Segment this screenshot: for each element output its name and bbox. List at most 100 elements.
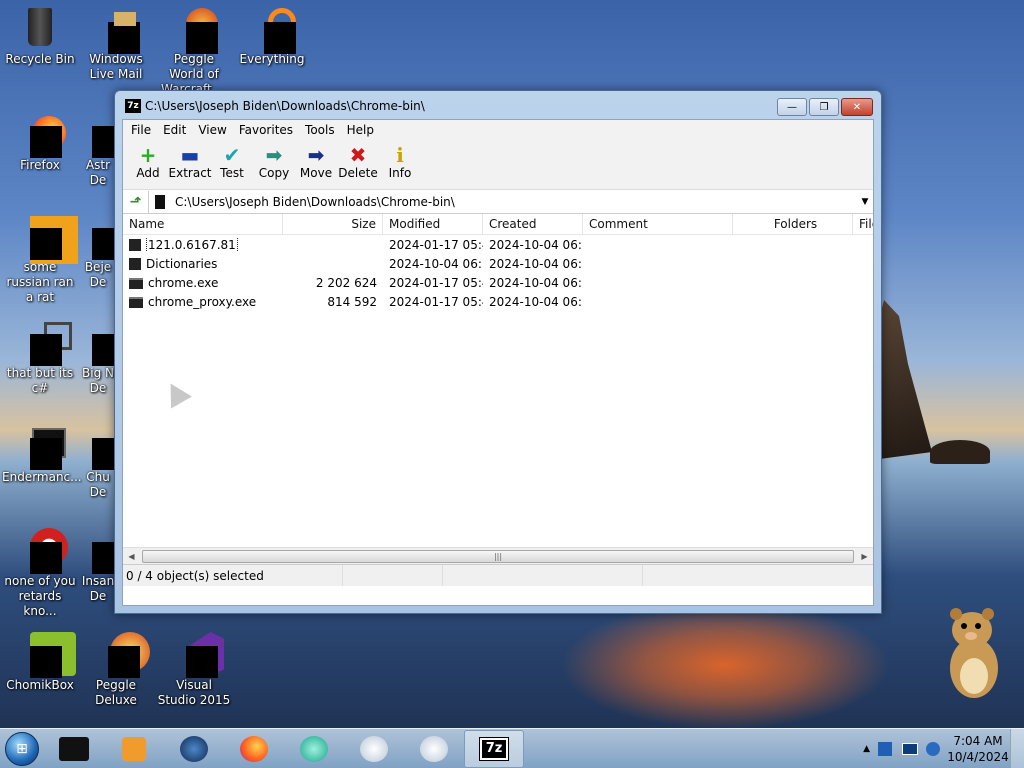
desktop-icon-peggle-wow[interactable]: Peggle World of Warcraft ... — [156, 6, 232, 97]
column-modified[interactable]: Modified — [383, 214, 483, 234]
visual-studio-icon — [172, 632, 224, 678]
column-folders[interactable]: Folders — [733, 214, 853, 234]
window-title: C:\Users\Joseph Biden\Downloads\Chrome-b… — [145, 99, 425, 113]
table-row[interactable]: 121.0.6167.81 2024-01-17 05:48 2024-10-0… — [123, 235, 873, 254]
extract-button[interactable]: ▬ Extract — [169, 140, 212, 180]
window-content: File Edit View Favorites Tools Help + Add… — [122, 119, 874, 606]
menu-favorites[interactable]: Favorites — [233, 123, 299, 137]
check-icon: ✔ — [223, 143, 241, 167]
scrollbar-thumb[interactable]: ||| — [142, 549, 854, 563]
table-row[interactable]: Dictionaries 2024-10-04 06:16 2024-10-04… — [123, 254, 873, 273]
table-row[interactable]: chrome_proxy.exe 814 592 2024-01-17 05:4… — [123, 292, 873, 311]
file-name: Dictionaries — [146, 256, 218, 271]
desktop-icon-that-but-c[interactable]: that but its c# — [2, 320, 78, 396]
taskbar-item-media-player[interactable] — [104, 730, 164, 768]
file-list: Name Size Modified Created Comment Folde… — [123, 214, 873, 564]
desktop-icon-chu[interactable]: Chu De — [78, 424, 118, 500]
move-button[interactable]: ➡ Move — [295, 140, 337, 180]
desktop-icon-recycle-bin[interactable]: Recycle Bin — [2, 6, 78, 67]
desktop-icon-none-of-you[interactable]: none of you retards kno... — [2, 528, 78, 619]
hamster-mascot-icon — [950, 608, 998, 698]
menu-tools[interactable]: Tools — [299, 123, 341, 137]
menu-file[interactable]: File — [125, 123, 157, 137]
desktop-icon-big[interactable]: Big N De — [78, 320, 118, 396]
cell-modified: 2024-01-17 05:48 — [389, 275, 483, 290]
menu-edit[interactable]: Edit — [157, 123, 192, 137]
network-icon[interactable] — [902, 743, 918, 755]
show-desktop-button[interactable] — [1010, 729, 1024, 768]
copy-button[interactable]: ➡ Copy — [253, 140, 295, 180]
test-button[interactable]: ✔ Test — [211, 140, 253, 180]
menu-help[interactable]: Help — [341, 123, 380, 137]
cell-created: 2024-10-04 06:14 — [489, 294, 583, 309]
add-button[interactable]: + Add — [127, 140, 169, 180]
desktop-icon-everything[interactable]: Everything — [234, 6, 310, 67]
desktop-icon-label: Everything — [239, 52, 305, 66]
close-button[interactable]: ✕ — [841, 98, 873, 116]
cell-created: 2024-10-04 06:14 — [489, 275, 583, 290]
taskbar-item-firefox[interactable] — [224, 730, 284, 768]
tray-app-icon[interactable] — [878, 742, 892, 756]
file-name: chrome.exe — [148, 275, 219, 290]
desktop-icon-astr[interactable]: Astr De — [78, 112, 118, 188]
copy-arrow-icon: ➡ — [265, 143, 283, 167]
scroll-right-button[interactable]: ▶ — [856, 552, 873, 561]
desktop-icon-beje[interactable]: Beje De — [78, 214, 118, 290]
desktop-icon-label: Beje De — [84, 260, 112, 289]
tool-label: Copy — [258, 166, 290, 180]
maximize-button[interactable]: ❐ — [809, 98, 839, 116]
address-input[interactable]: C:\Users\Joseph Biden\Downloads\Chrome-b… — [149, 191, 857, 213]
address-dropdown-button[interactable]: ▼ — [857, 197, 873, 207]
desktop-icon-chomikbox[interactable]: ChomikBox — [2, 632, 78, 693]
table-row[interactable]: chrome.exe 2 202 624 2024-01-17 05:48 20… — [123, 273, 873, 292]
column-comment[interactable]: Comment — [583, 214, 733, 234]
tool-label: Add — [136, 166, 160, 180]
taskbar-item-blank-2[interactable] — [404, 730, 464, 768]
taskbar-item-7zip[interactable]: 7z — [464, 729, 524, 768]
volume-icon[interactable] — [926, 742, 940, 756]
column-name[interactable]: Name — [123, 214, 283, 234]
desktop-icon-endermanch[interactable]: Endermanc... — [2, 424, 82, 485]
column-size[interactable]: Size — [283, 214, 383, 234]
desktop-icon-peggle-deluxe[interactable]: Peggle Deluxe — [78, 632, 154, 708]
peggle-icon — [94, 632, 150, 678]
clock[interactable]: 7:04 AM 10/4/2024 — [946, 733, 1010, 765]
title-bar[interactable]: 7z C:\Users\Joseph Biden\Downloads\Chrom… — [115, 91, 881, 121]
search-icon — [250, 6, 296, 54]
exe-file-icon — [129, 277, 143, 289]
desktop-icon-insan[interactable]: Insan De — [78, 528, 118, 604]
info-button[interactable]: i Info — [379, 140, 421, 180]
up-folder-button[interactable]: ⬏ — [123, 190, 149, 213]
clock-date: 10/4/2024 — [947, 750, 1009, 764]
taskbar-item-app[interactable] — [284, 730, 344, 768]
chevron-up-icon[interactable]: ▲ — [863, 744, 870, 754]
chomikbox-icon — [18, 632, 76, 678]
desktop-icon-visual-studio[interactable]: Visual Studio 2015 — [156, 632, 232, 708]
menu-view[interactable]: View — [192, 123, 232, 137]
plus-icon: + — [139, 143, 157, 167]
tool-label: Delete — [338, 166, 378, 180]
desktop-icon-russian-rat[interactable]: some russian ran a rat — [2, 214, 78, 305]
scroll-left-button[interactable]: ◀ — [123, 552, 140, 561]
app-icon — [78, 112, 118, 158]
app-icon — [78, 320, 118, 366]
taskbar-item-blank-1[interactable] — [344, 730, 404, 768]
folder-icon — [129, 257, 141, 270]
taskbar-item-globe[interactable] — [164, 730, 224, 768]
column-files[interactable]: File — [853, 214, 873, 234]
horizontal-scrollbar[interactable]: ◀ ||| ▶ — [123, 547, 873, 564]
column-header-row: Name Size Modified Created Comment Folde… — [123, 214, 873, 235]
minimize-button[interactable]: — — [777, 98, 807, 116]
taskbar-item-terminal[interactable] — [44, 730, 104, 768]
start-button[interactable]: ⊞ — [0, 729, 44, 768]
desktop-icon-windows-live-mail[interactable]: Windows Live Mail — [78, 6, 154, 82]
7zip-app-icon[interactable]: 7z — [125, 99, 141, 113]
terminal-icon — [59, 736, 89, 761]
cell-name: Dictionaries — [123, 257, 283, 271]
cell-created: 2024-10-04 06:16 — [489, 256, 583, 271]
delete-button[interactable]: ✖ Delete — [337, 140, 379, 180]
address-text: C:\Users\Joseph Biden\Downloads\Chrome-b… — [175, 194, 455, 209]
desktop-icon-label: that but its c# — [6, 366, 74, 395]
column-created[interactable]: Created — [483, 214, 583, 234]
desktop-icon-firefox[interactable]: Firefox — [2, 112, 78, 173]
